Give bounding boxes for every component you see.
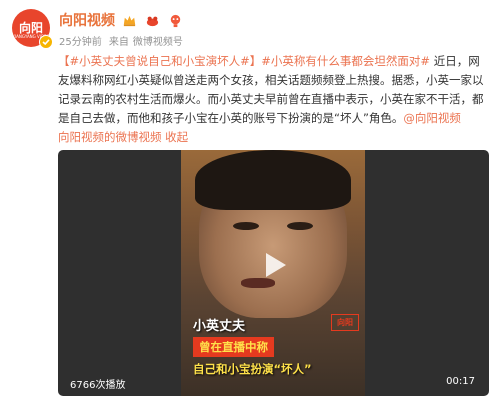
verified-icon — [39, 35, 53, 49]
video-watermark: 向阳 — [331, 314, 359, 331]
animal-badge-icon[interactable] — [145, 13, 160, 28]
post-time[interactable]: 25分钟前 — [59, 37, 102, 48]
weibo-post: 向阳 XIANGYANG VIDEO 向阳视频 25分钟前 来自 微博视频号 【… — [0, 0, 499, 409]
post-source[interactable]: 微博视频号 — [133, 37, 183, 48]
view-count: 6766次播放 — [70, 380, 126, 391]
person-eye-left — [233, 222, 259, 230]
topic-tag-1[interactable]: 【#小英丈夫曾说自己和小宝演坏人#】 — [58, 54, 261, 68]
cute-badge-icon[interactable] — [168, 13, 183, 28]
collapse-link[interactable]: 收起 — [165, 130, 188, 144]
play-icon[interactable] — [258, 249, 290, 281]
crown-badge-icon[interactable] — [122, 13, 137, 28]
caption-quote: 自己和小宝扮演“坏人” — [193, 362, 312, 376]
video-player[interactable]: 小英丈夫 曾在直播中称 自己和小宝扮演“坏人” 向阳 6766次播放 00:17 — [58, 150, 489, 396]
post-meta: 25分钟前 来自 微博视频号 — [59, 33, 187, 48]
mention-link[interactable]: @向阳视频 — [403, 111, 461, 125]
account-name[interactable]: 向阳视频 — [59, 10, 115, 30]
person-eye-right — [287, 222, 313, 230]
person-hair — [195, 150, 351, 210]
post-source-prefix: 来自 — [108, 37, 129, 48]
video-duration: 00:17 — [446, 376, 475, 387]
video-frame: 小英丈夫 曾在直播中称 自己和小宝扮演“坏人” 向阳 — [181, 150, 365, 396]
user-badges — [122, 10, 186, 29]
video-link[interactable]: 向阳视频的微博视频 — [58, 130, 162, 144]
post-header: 向阳 XIANGYANG VIDEO 向阳视频 25分钟前 来自 微博视频号 — [12, 6, 492, 50]
caption-band: 曾在直播中称 — [193, 337, 274, 357]
caption-band-text: 曾在直播中称 — [199, 340, 268, 354]
post-text: 【#小英丈夫曾说自己和小宝演坏人#】#小英称有什么事都会坦然面对# 近日，网友爆… — [58, 52, 490, 147]
topic-tag-2[interactable]: #小英称有什么事都会坦然面对# — [261, 54, 430, 68]
